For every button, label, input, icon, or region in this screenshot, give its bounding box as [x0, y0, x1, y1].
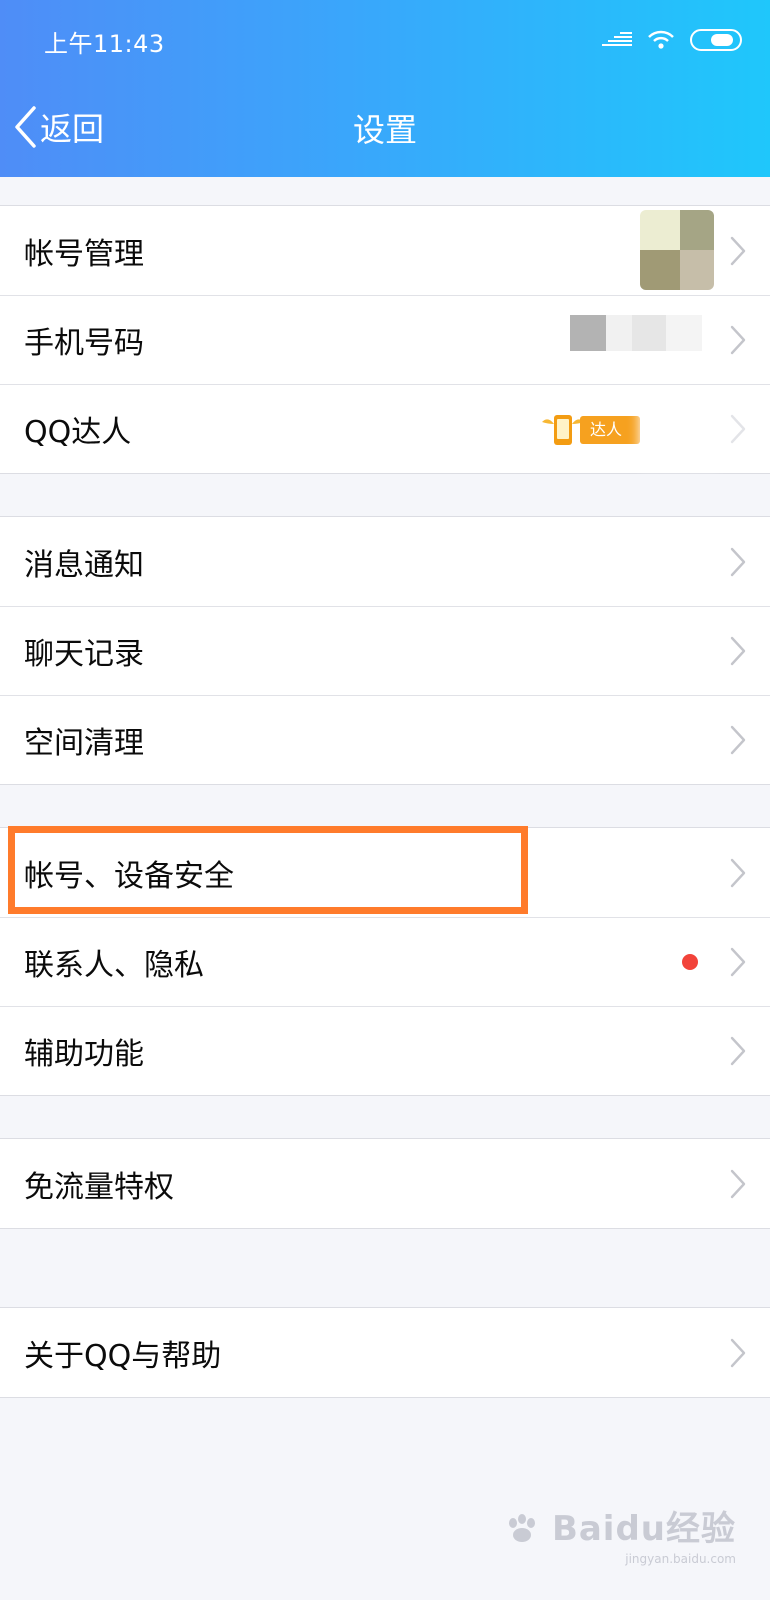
paw-icon — [509, 1514, 536, 1542]
settings-item-label: 联系人、隐私 — [24, 947, 204, 983]
status-time: 上午11:43 — [44, 30, 165, 58]
chevron-right-icon — [730, 947, 746, 977]
settings-item-label: 手机号码 — [24, 325, 144, 361]
watermark-text: Baidu经验 — [551, 1509, 736, 1549]
battery-icon — [690, 29, 742, 51]
chevron-right-icon — [730, 858, 746, 888]
settings-item-accessibility[interactable]: 辅助功能 — [0, 1006, 770, 1095]
chevron-right-icon — [730, 547, 746, 577]
settings-item-qq-daren[interactable]: QQ达人 达人 — [0, 384, 770, 473]
settings-item-label: 关于QQ与帮助 — [24, 1338, 222, 1374]
settings-item-notifications[interactable]: 消息通知 — [0, 517, 770, 606]
chevron-right-icon — [730, 1036, 746, 1066]
settings-group-account: 帐号管理 手机号码 QQ达人 达人 — [0, 205, 770, 474]
status-icons — [602, 28, 742, 52]
settings-item-label: 免流量特权 — [24, 1169, 174, 1205]
settings-item-free-data[interactable]: 免流量特权 — [0, 1139, 770, 1228]
watermark: Baidu经验 jingyan.baidu.com — [505, 1501, 736, 1566]
settings-group-general: 消息通知 聊天记录 空间清理 — [0, 516, 770, 785]
wifi-icon — [648, 30, 674, 49]
settings-item-label: 聊天记录 — [24, 636, 144, 672]
settings-item-label: 辅助功能 — [24, 1036, 144, 1072]
settings-item-label: 空间清理 — [24, 725, 144, 761]
chevron-right-icon — [730, 325, 746, 355]
chevron-right-icon — [730, 725, 746, 755]
signal-icon — [602, 30, 632, 50]
notification-dot — [682, 953, 698, 970]
settings-item-phone-number[interactable]: 手机号码 — [0, 295, 770, 384]
settings-item-storage-cleanup[interactable]: 空间清理 — [0, 695, 770, 784]
settings-item-label: 消息通知 — [24, 547, 144, 583]
watermark-url: jingyan.baidu.com — [625, 1552, 736, 1566]
settings-group-data-plan: 免流量特权 — [0, 1138, 770, 1229]
settings-item-chat-history[interactable]: 聊天记录 — [0, 606, 770, 695]
masked-phone-number — [570, 315, 715, 355]
chevron-right-icon — [730, 636, 746, 666]
daren-badge: 达人 — [540, 412, 640, 448]
chevron-right-icon — [730, 1169, 746, 1199]
settings-item-contacts-privacy[interactable]: 联系人、隐私 — [0, 917, 770, 1006]
chevron-right-icon — [730, 236, 746, 266]
daren-badge-text: 达人 — [590, 420, 623, 439]
settings-item-account-management[interactable]: 帐号管理 — [0, 206, 770, 295]
highlight-box — [8, 826, 528, 914]
chevron-right-icon — [730, 1338, 746, 1368]
chevron-right-icon — [730, 414, 746, 444]
page-title: 设置 — [352, 111, 417, 149]
avatar — [640, 210, 714, 290]
settings-item-about-help[interactable]: 关于QQ与帮助 — [0, 1308, 770, 1397]
app-header: 上午11:43 返回 设置 — [0, 0, 770, 177]
settings-item-label: QQ达人 — [24, 414, 132, 450]
settings-group-about: 关于QQ与帮助 — [0, 1307, 770, 1398]
settings-item-label: 帐号管理 — [24, 236, 144, 272]
